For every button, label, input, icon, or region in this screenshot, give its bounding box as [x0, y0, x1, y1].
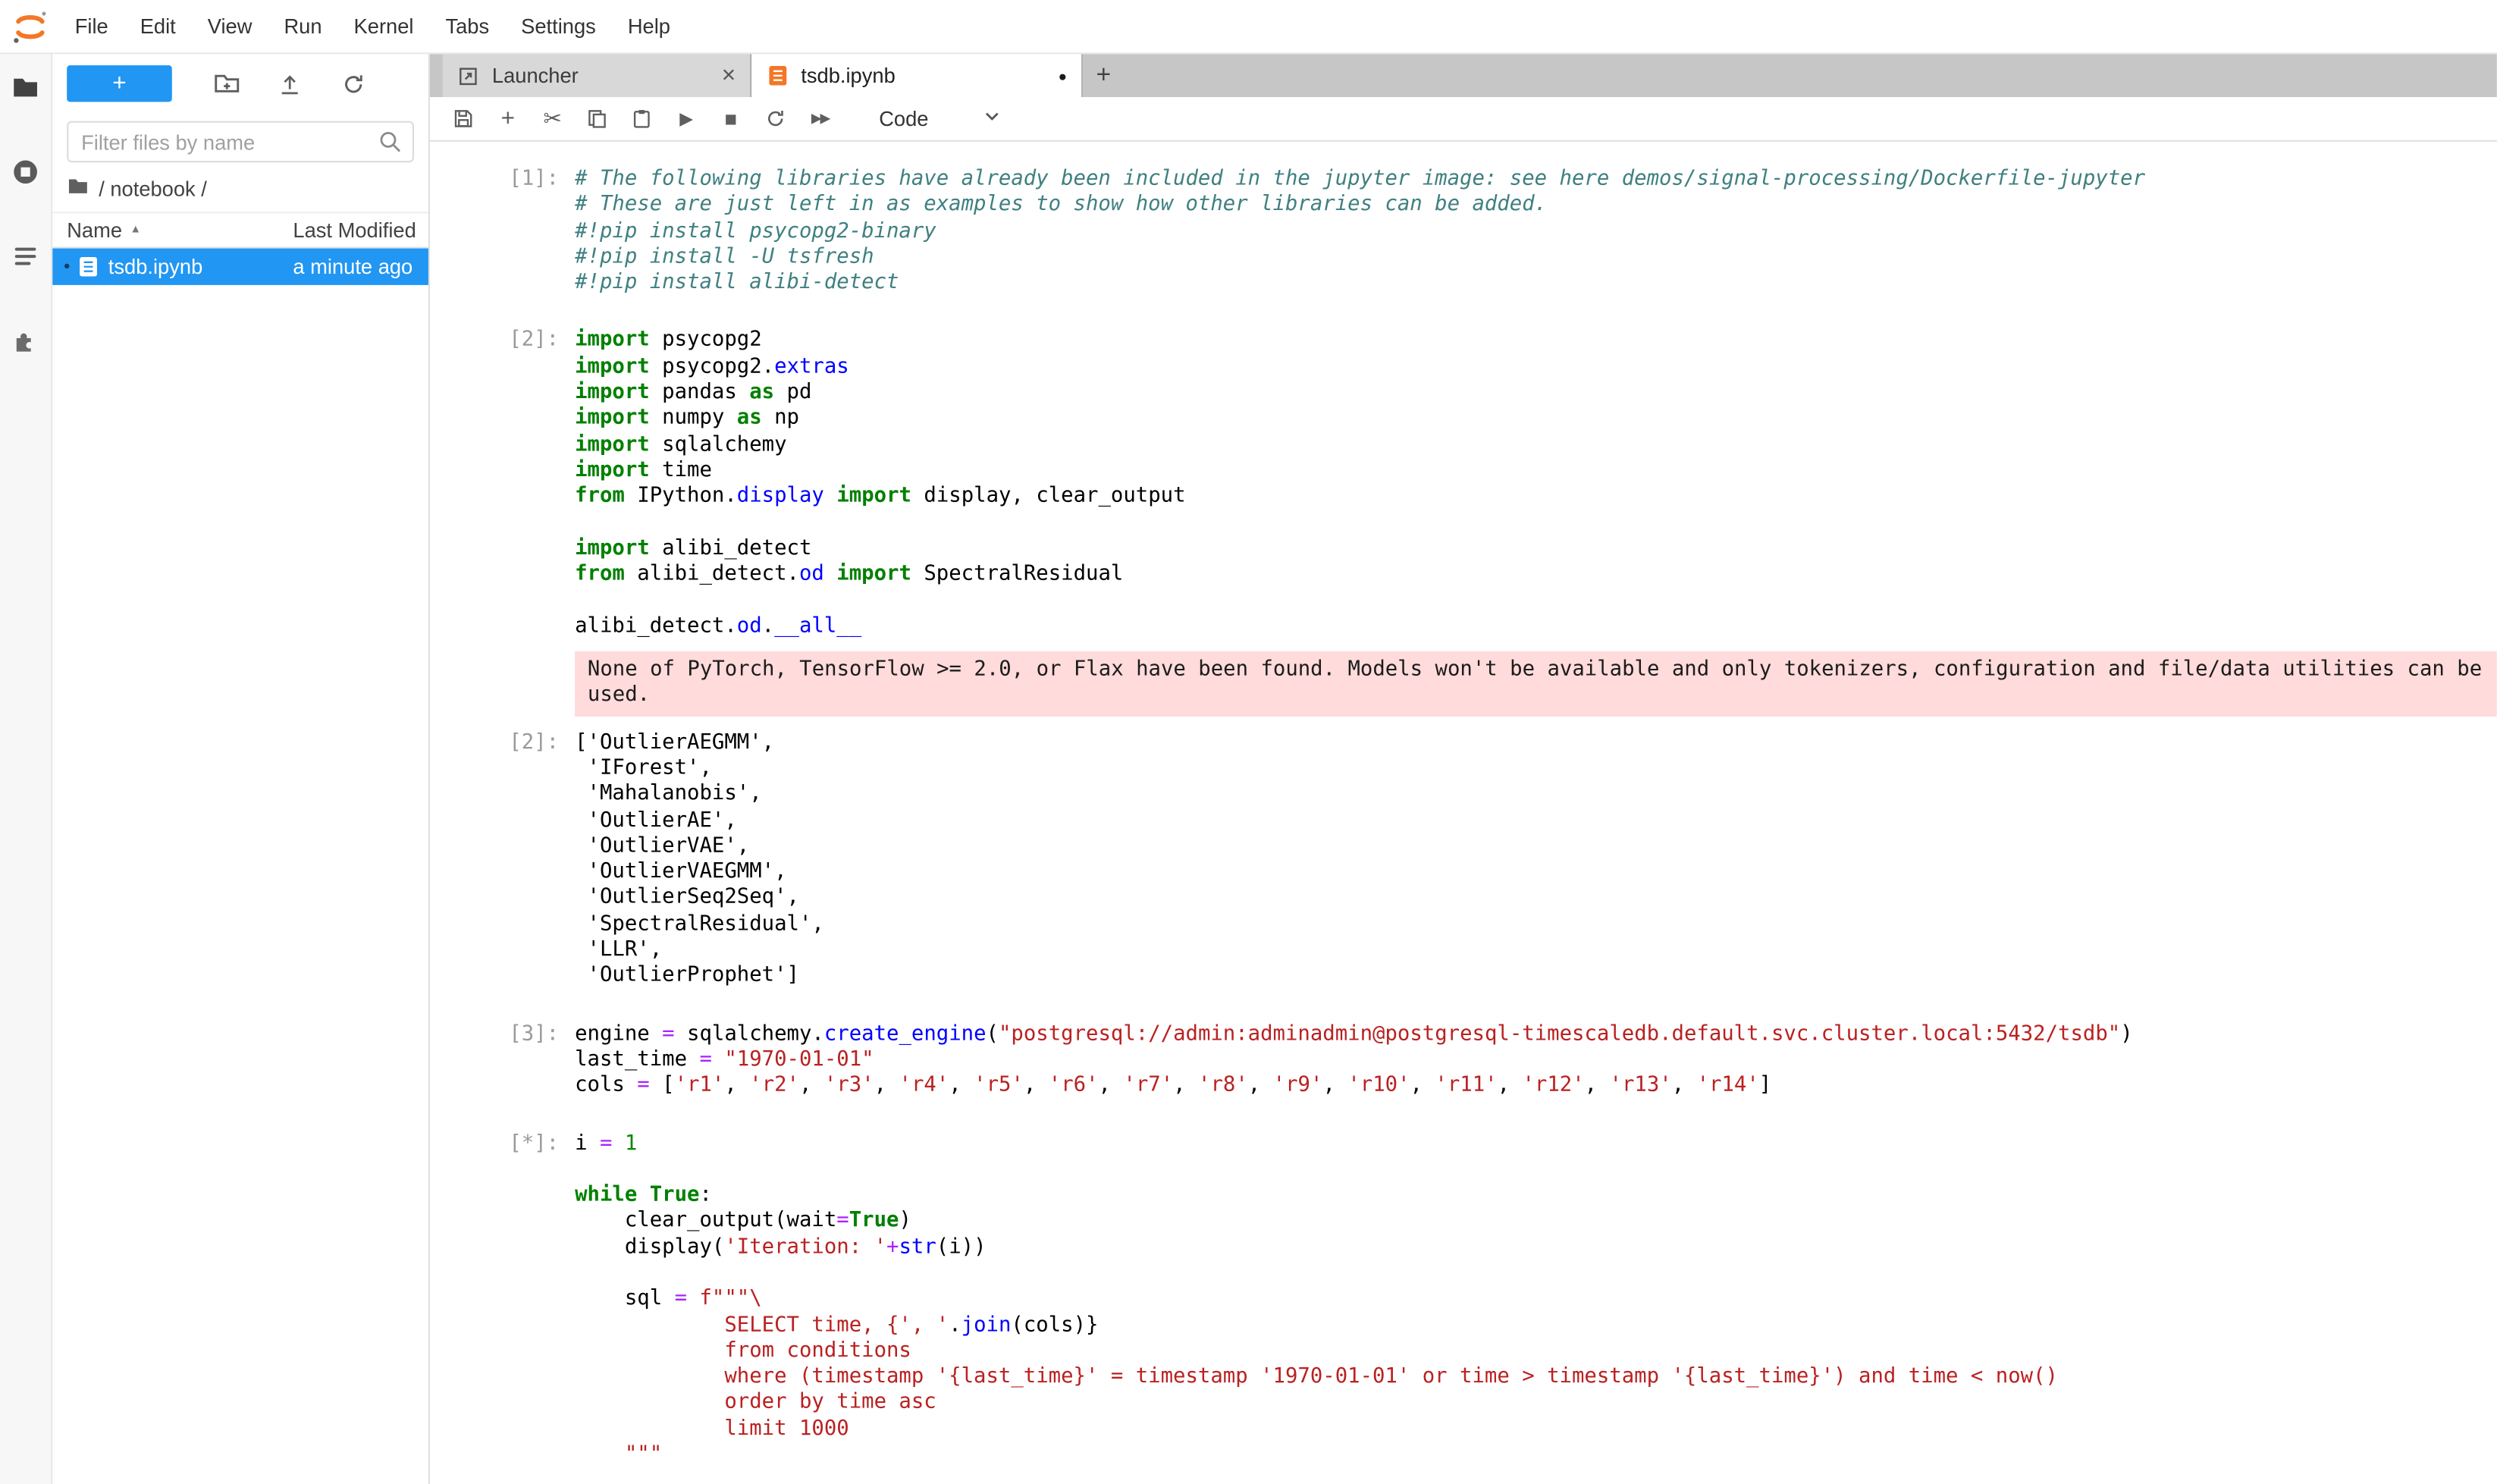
menu-bar: File Edit View Run Kernel Tabs Settings … — [0, 0, 2497, 54]
notebook-icon — [766, 64, 790, 87]
menu-tabs[interactable]: Tabs — [429, 0, 505, 52]
code-editor[interactable]: engine = sqlalchemy.create_engine("postg… — [575, 1021, 2497, 1100]
output-text: ['OutlierAEGMM', 'IForest', 'Mahalanobis… — [575, 730, 2497, 990]
execution-count: [*]: — [430, 1131, 575, 1484]
tab-notebook[interactable]: tsdb.ipynb ● — [751, 54, 1083, 97]
interrupt-kernel-icon[interactable]: ■ — [720, 102, 742, 134]
file-browser: + / notebo — [52, 54, 430, 1484]
search-icon — [378, 129, 403, 159]
close-tab-icon[interactable]: × — [722, 64, 736, 87]
table-of-contents-icon[interactable] — [10, 240, 42, 272]
execution-count: [1]: — [430, 167, 575, 296]
breadcrumb-path: / notebook / — [99, 177, 207, 200]
menu-help[interactable]: Help — [612, 0, 686, 52]
extensions-icon[interactable] — [10, 325, 42, 356]
chevron-down-icon — [981, 105, 1003, 133]
file-name: tsdb.ipynb — [108, 255, 293, 278]
code-cell: [*]:i = 1 while True: clear_output(wait=… — [430, 1131, 2497, 1484]
unsaved-file-dot: ● — [61, 261, 74, 272]
unsaved-indicator: ● — [1059, 67, 1067, 83]
add-cell-icon[interactable]: + — [497, 102, 519, 134]
new-tab-button[interactable]: + — [1083, 54, 1125, 97]
sort-ascending-icon: ▲ — [130, 224, 142, 236]
menu-edit[interactable]: Edit — [124, 0, 192, 52]
file-filter — [67, 121, 414, 163]
file-browser-icon[interactable] — [10, 71, 42, 103]
cell-type-value: Code — [879, 107, 928, 131]
column-last-modified[interactable]: Last Modified — [293, 218, 428, 243]
menu-run[interactable]: Run — [268, 0, 337, 52]
upload-icon[interactable] — [258, 65, 322, 102]
main-tab-bar: Launcher × tsdb.ipynb ● + — [430, 54, 2497, 97]
menu-file[interactable]: File — [59, 0, 124, 52]
refresh-icon[interactable] — [322, 65, 385, 102]
code-editor[interactable]: import psycopg2import psycopg2.extrasimp… — [575, 329, 2497, 641]
tab-label: Launcher — [492, 64, 579, 87]
tab-launcher[interactable]: Launcher × — [443, 54, 751, 97]
folder-icon — [67, 175, 89, 202]
launcher-icon — [457, 64, 482, 87]
restart-kernel-icon[interactable] — [764, 102, 786, 134]
notebook-toolbar: + ✂ ▶ ■ ▶▶ Code — [430, 97, 2497, 142]
code-editor[interactable]: # The following libraries have already b… — [575, 167, 2497, 296]
jupyter-logo-icon — [11, 7, 49, 45]
output-area: [2]:['OutlierAEGMM', 'IForest', 'Mahalan… — [430, 730, 2497, 990]
file-modified: a minute ago — [293, 255, 428, 278]
code-editor[interactable]: i = 1 while True: clear_output(wait=True… — [575, 1131, 2497, 1484]
stderr-output: None of PyTorch, TensorFlow >= 2.0, or F… — [575, 651, 2497, 716]
code-cell: [1]:# The following libraries have alrea… — [430, 167, 2497, 296]
restart-run-all-icon[interactable]: ▶▶ — [809, 102, 831, 134]
code-cell: [2]:import psycopg2import psycopg2.extra… — [430, 329, 2497, 641]
run-cell-icon[interactable]: ▶ — [675, 102, 697, 134]
filter-files-input[interactable] — [67, 121, 414, 163]
menu-kernel[interactable]: Kernel — [338, 0, 430, 52]
execution-count: [2]: — [430, 730, 575, 990]
file-list-header: Name ▲ Last Modified — [52, 212, 428, 248]
running-kernels-icon[interactable] — [10, 156, 42, 188]
execution-count: [2]: — [430, 329, 575, 641]
new-launcher-button[interactable]: + — [67, 65, 172, 102]
notebook-panel[interactable]: [1]:# The following libraries have alrea… — [430, 142, 2497, 1484]
paste-cells-icon[interactable] — [631, 102, 653, 134]
menu-settings[interactable]: Settings — [505, 0, 612, 52]
cut-cells-icon[interactable]: ✂ — [541, 102, 563, 134]
execution-count: [3]: — [430, 1021, 575, 1100]
file-browser-toolbar: + — [52, 54, 428, 102]
notebook-file-icon — [77, 254, 102, 280]
left-sidebar — [0, 54, 52, 1484]
menu-view[interactable]: View — [192, 0, 268, 52]
new-folder-icon[interactable] — [194, 65, 258, 102]
copy-cells-icon[interactable] — [586, 102, 608, 134]
save-icon[interactable] — [452, 102, 474, 134]
tab-label: tsdb.ipynb — [801, 64, 895, 87]
jupyterlab-window: File Edit View Run Kernel Tabs Settings … — [0, 0, 2497, 1484]
file-row[interactable]: ● tsdb.ipynb a minute ago — [52, 249, 428, 285]
cell-list: [1]:# The following libraries have alrea… — [430, 142, 2497, 1484]
breadcrumb[interactable]: / notebook / — [52, 162, 428, 212]
column-name[interactable]: Name ▲ — [52, 218, 293, 243]
code-cell: [3]:engine = sqlalchemy.create_engine("p… — [430, 1021, 2497, 1100]
cell-type-dropdown[interactable]: Code — [873, 101, 1010, 136]
